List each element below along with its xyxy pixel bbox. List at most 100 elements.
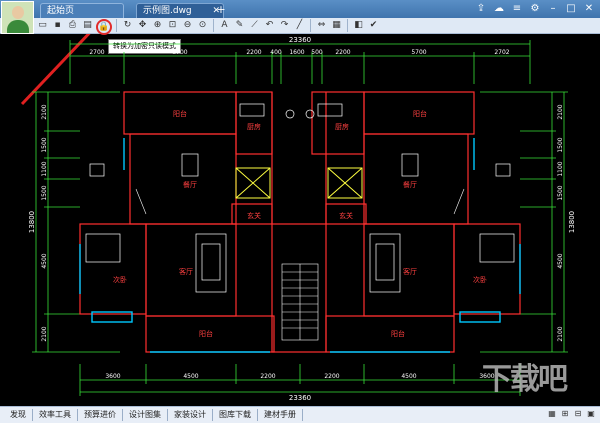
room-label: 厨房 <box>247 122 261 131</box>
list-icon[interactable]: ≡ <box>510 2 524 16</box>
rotate-icon[interactable]: ↻ <box>121 19 134 32</box>
dim-label: 400 <box>270 49 282 56</box>
open-icon[interactable]: ▭ <box>36 19 49 32</box>
status-discover[interactable]: 发现 <box>4 409 33 421</box>
ortho-icon[interactable]: ⊟ <box>573 409 583 419</box>
room-label: 阳台 <box>199 329 213 338</box>
maximize-icon[interactable]: □ <box>564 2 578 16</box>
elevators <box>235 167 363 199</box>
top-dimensions <box>69 40 531 84</box>
room-label: 餐厅 <box>403 180 417 189</box>
dim-right-total: 13800 <box>568 211 576 233</box>
tab-label: 起始页 <box>47 6 75 16</box>
cloud-icon[interactable]: ☁ <box>492 2 506 16</box>
save-icon[interactable]: ▪ <box>51 19 64 32</box>
redo-icon[interactable]: ↷ <box>278 19 291 32</box>
zoom-window-icon[interactable]: ⊡ <box>166 19 179 32</box>
encrypt-readonly-icon[interactable]: 🔒 <box>96 19 112 35</box>
dim-label: 500 <box>311 49 323 56</box>
room-label: 玄关 <box>339 211 353 220</box>
room-label: 次卧 <box>113 275 127 284</box>
dim-label: 2100 <box>557 326 564 341</box>
dim-label: 4500 <box>401 373 416 380</box>
status-home-design[interactable]: 家装设计 <box>168 409 213 421</box>
dim-label: 1500 <box>557 185 564 200</box>
avatar-body <box>7 20 29 33</box>
dim-top-total: 23360 <box>289 36 311 44</box>
room-label: 玄关 <box>247 211 261 220</box>
toolbar-separator <box>213 19 214 32</box>
check-icon[interactable]: ✔ <box>367 19 380 32</box>
dim-label: 2200 <box>260 373 275 380</box>
dim-left-total: 13800 <box>28 211 36 233</box>
room-label: 客厅 <box>179 267 193 276</box>
status-efficiency-tools[interactable]: 效率工具 <box>33 409 78 421</box>
close-icon[interactable]: ✕ <box>582 2 596 16</box>
status-design-atlas[interactable]: 设计图集 <box>123 409 168 421</box>
status-material-manual[interactable]: 建材手册 <box>258 409 303 421</box>
zoom-out-icon[interactable]: ⊖ <box>181 19 194 32</box>
settings-icon[interactable]: ⚙ <box>528 2 542 16</box>
toolbar-separator <box>116 19 117 32</box>
layers-icon[interactable]: ◧ <box>352 19 365 32</box>
cad-drawing-canvas[interactable]: 23360 2700 5700 2200 400 1600 500 2200 5… <box>0 34 600 406</box>
dim-label: 1500 <box>557 137 564 152</box>
share-icon[interactable]: ⇪ <box>474 2 488 16</box>
new-tab-icon[interactable]: + <box>214 3 228 17</box>
tab-drawing[interactable]: 示例图.dwg ✕ <box>136 3 224 19</box>
toolbar: ▭ ▪ ⎙ ▤ 🔒 ↻ ✥ ⊕ ⊡ ⊖ ⊙ A ✎ ⟋ ↶ ↷ ╱ ⇔ ▦ ◧ … <box>0 18 600 35</box>
dim-top-labels: 2700 5700 2200 400 1600 500 2200 5700 27… <box>89 49 509 56</box>
stairs <box>135 188 465 341</box>
dim-right-labels: 2100 1500 1100 1500 4500 2100 13800 <box>557 104 576 341</box>
toolbar-separator <box>310 19 311 32</box>
room-label: 阳台 <box>173 109 187 118</box>
room-label: 阳台 <box>413 109 427 118</box>
measure-icon[interactable]: ⟋ <box>248 19 261 32</box>
dim-label: 5700 <box>411 49 426 56</box>
room-label: 餐厅 <box>183 180 197 189</box>
dim-label: 4500 <box>183 373 198 380</box>
avatar-head <box>12 6 24 19</box>
dim-label: 2200 <box>324 373 339 380</box>
zoom-extent-icon[interactable]: ⊙ <box>196 19 209 32</box>
tab-start-page[interactable]: 起始页 <box>40 3 124 19</box>
line-icon[interactable]: ╱ <box>293 19 306 32</box>
export-pdf-icon[interactable]: ▤ <box>81 19 94 32</box>
room-label: 厨房 <box>335 122 349 131</box>
hatch-icon[interactable]: ▦ <box>330 19 343 32</box>
window-controls: ⇪ ☁ ≡ ⚙ – □ ✕ <box>474 2 596 16</box>
grid-icon[interactable]: ▦ <box>547 409 557 419</box>
pan-icon[interactable]: ✥ <box>136 19 149 32</box>
text-icon[interactable]: A <box>218 19 231 32</box>
user-avatar[interactable] <box>1 1 34 34</box>
dim-label: 5700 <box>172 49 187 56</box>
status-budget[interactable]: 预算进价 <box>78 409 123 421</box>
dim-label: 1500 <box>41 137 48 152</box>
dim-label: 4500 <box>41 253 48 268</box>
zoom-in-icon[interactable]: ⊕ <box>151 19 164 32</box>
print-icon[interactable]: ⎙ <box>66 19 79 32</box>
tab-label: 示例图.dwg <box>143 6 192 16</box>
undo-icon[interactable]: ↶ <box>263 19 276 32</box>
status-bar: 发现 效率工具 预算进价 设计图集 家装设计 图库下载 建材手册 ▦ ⊞ ⊟ ▣ <box>0 406 600 423</box>
bottom-dimensions <box>79 364 521 396</box>
room-label: 阳台 <box>391 329 405 338</box>
dim-label: 2100 <box>41 326 48 341</box>
pen-icon[interactable]: ✎ <box>233 19 246 32</box>
dim-label: 1100 <box>41 161 48 176</box>
dim-label: 1500 <box>41 185 48 200</box>
status-library-download[interactable]: 图库下载 <box>213 409 258 421</box>
dim-label: 2700 <box>89 49 104 56</box>
snap-icon[interactable]: ⊞ <box>560 409 570 419</box>
dim-label: 2100 <box>557 104 564 119</box>
minimize-icon[interactable]: – <box>546 2 560 16</box>
annotation-arrow <box>20 34 91 106</box>
dimension-icon[interactable]: ⇔ <box>315 19 328 32</box>
dim-label: 1100 <box>557 161 564 176</box>
dim-label: 2702 <box>494 49 509 56</box>
watermark: 下载吧 <box>482 362 568 397</box>
room-label: 次卧 <box>473 275 487 284</box>
dim-label: 4500 <box>557 253 564 268</box>
dim-bottom-total: 23360 <box>289 394 311 402</box>
window-icon[interactable]: ▣ <box>586 409 596 419</box>
